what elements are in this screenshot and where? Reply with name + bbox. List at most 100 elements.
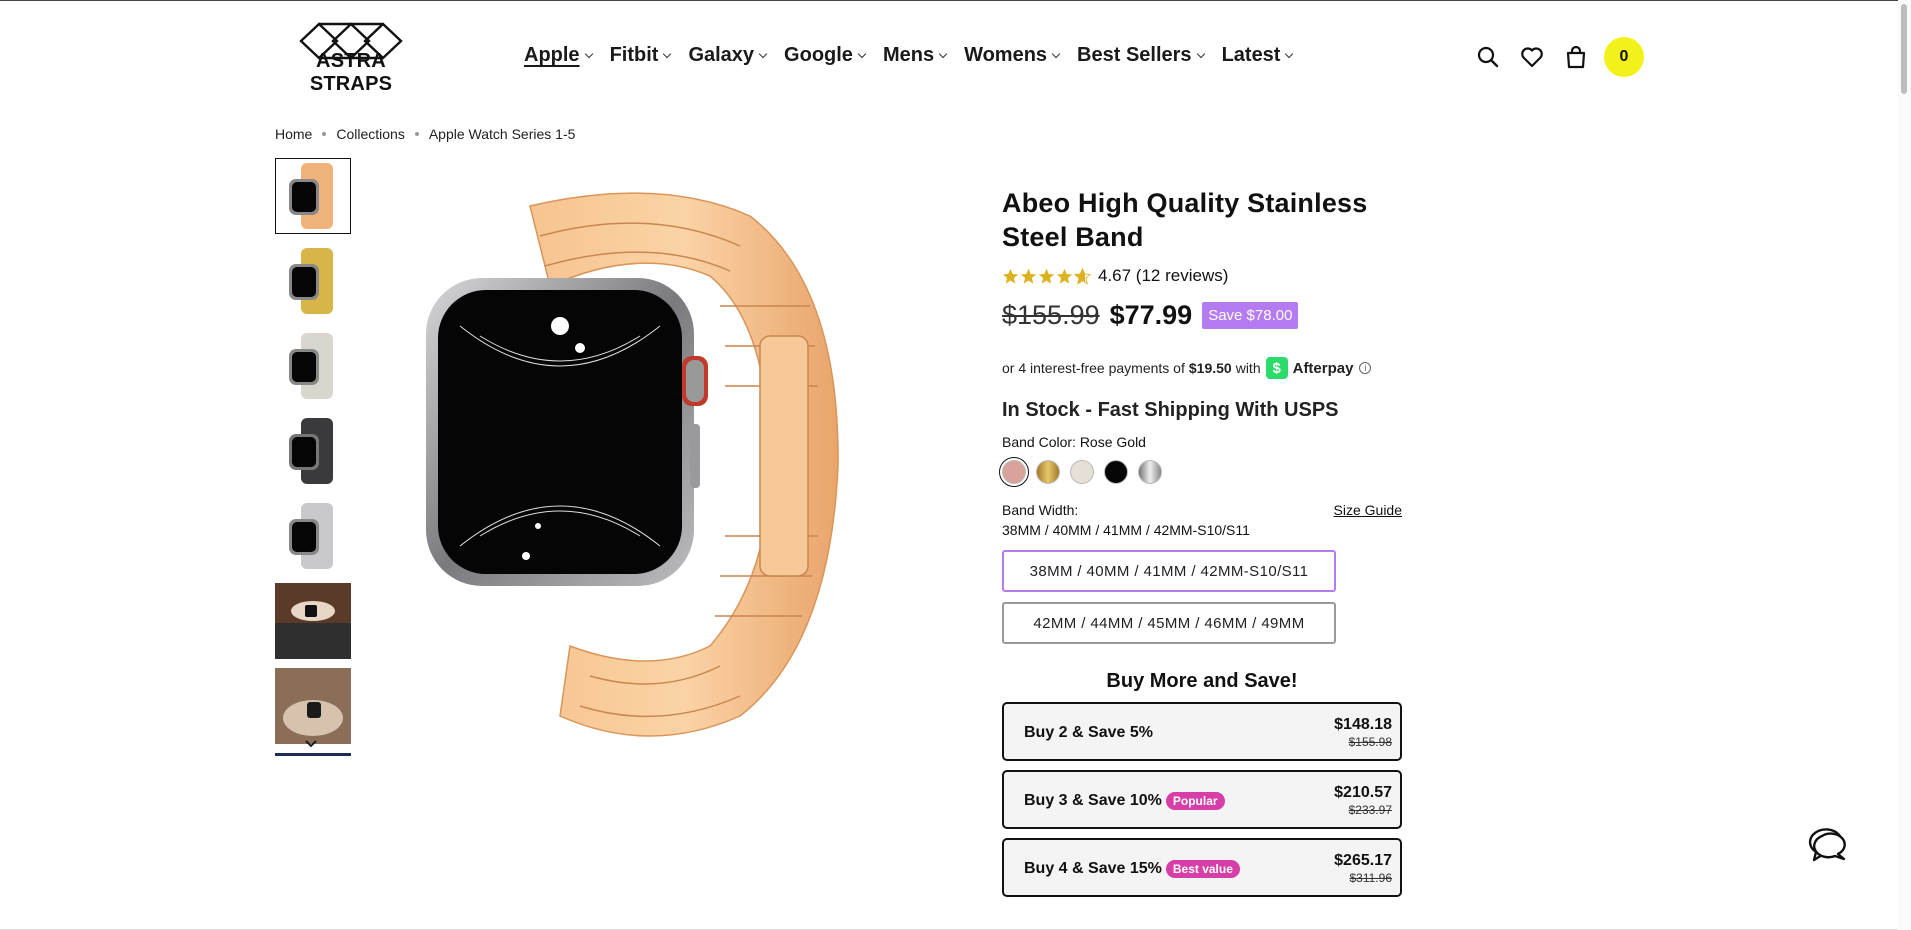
watch-thumbnail-image <box>289 418 333 484</box>
thumbnail-lifestyle-2[interactable] <box>275 668 351 744</box>
band-color-label: Band Color: Rose Gold <box>1002 434 1146 450</box>
thumbnail-partial[interactable] <box>275 753 351 756</box>
nav-label: Best Sellers <box>1077 44 1192 66</box>
bundle-label-text: Buy 4 & Save 15% <box>1024 860 1162 877</box>
band-width-section: Band Width: 38MM / 40MM / 41MM / 42MM-S1… <box>1002 500 1402 540</box>
lifestyle-photo-image <box>275 668 351 744</box>
popular-tag: Popular <box>1165 792 1225 810</box>
rating-text: 4.67 (12 reviews) <box>1098 266 1229 285</box>
sale-price: $77.99 <box>1109 300 1193 330</box>
thumbnail-silver[interactable] <box>275 498 351 574</box>
nav-item-womens[interactable]: Womens <box>964 44 1061 67</box>
star-icon <box>1020 268 1037 284</box>
swatch-black[interactable] <box>1104 460 1128 484</box>
nav-item-fitbit[interactable]: Fitbit <box>609 44 672 67</box>
chevron-down-icon <box>663 49 672 58</box>
bundle-option-2[interactable]: Buy 2 & Save 5% $148.18 $155.98 <box>1002 702 1402 761</box>
window-top-border <box>0 0 1911 1</box>
breadcrumb-current[interactable]: Apple Watch Series 1-5 <box>429 126 576 142</box>
nav-label: Mens <box>882 44 935 66</box>
swatch-gold[interactable] <box>1036 460 1060 484</box>
watch-thumbnail-image <box>289 333 333 399</box>
bag-icon[interactable] <box>1564 45 1588 69</box>
main-product-image[interactable] <box>420 176 900 742</box>
stock-status: In Stock - Fast Shipping With USPS <box>1002 399 1339 421</box>
star-icon <box>1038 268 1055 284</box>
color-swatches <box>999 457 1402 487</box>
breadcrumb-separator <box>322 132 327 136</box>
bundle-label: Buy 3 & Save 10% Popular <box>1024 792 1225 810</box>
swatch-silver[interactable] <box>1138 460 1162 484</box>
bundle-label: Buy 2 & Save 5% <box>1024 724 1153 742</box>
heart-icon[interactable] <box>1520 45 1544 69</box>
swatch-rose-gold[interactable] <box>999 457 1029 487</box>
afterpay-brand: Afterpay <box>1292 359 1354 377</box>
bundle-compare-price: $311.96 <box>1349 871 1393 885</box>
nav-label: Fitbit <box>609 44 659 66</box>
chevron-down-icon <box>938 49 948 58</box>
cart-count-badge[interactable]: 0 <box>1604 37 1644 77</box>
star-rating <box>1002 267 1092 285</box>
watch-thumbnail-image <box>289 248 333 314</box>
page-scrollbar[interactable] <box>1898 0 1911 930</box>
lifestyle-photo-image <box>275 583 351 659</box>
nav-label: Womens <box>964 44 1048 66</box>
product-info: Abeo High Quality Stainless Steel Band 4… <box>999 186 1402 897</box>
chevron-down-icon <box>1196 49 1205 58</box>
product-rating[interactable]: 4.67 (12 reviews) <box>1002 266 1402 286</box>
nav-label: Galaxy <box>688 44 755 66</box>
main-nav: Apple Fitbit Galaxy Google Mens Womens B… <box>524 44 1310 67</box>
chevron-down-icon <box>857 49 867 58</box>
afterpay-with: with <box>1235 360 1261 376</box>
band-width-option-large[interactable]: 42MM / 44MM / 45MM / 46MM / 49MM <box>1002 602 1336 644</box>
scrollbar-thumb[interactable] <box>1901 4 1907 94</box>
nav-label: Google <box>784 44 853 66</box>
nav-item-mens[interactable]: Mens <box>882 44 948 67</box>
thumbnail-rose-gold[interactable] <box>275 158 351 234</box>
bundle-label-text: Buy 3 & Save 10% <box>1024 792 1162 809</box>
watch-thumbnail-image <box>289 163 333 229</box>
breadcrumb: Home Collections Apple Watch Series 1-5 <box>275 126 575 142</box>
logo-text: ASTRA STRAPS <box>309 50 393 95</box>
best-value-tag: Best value <box>1165 860 1240 878</box>
info-icon[interactable]: i <box>1359 362 1372 374</box>
breadcrumb-collections[interactable]: Collections <box>336 126 404 142</box>
swatch-starlight[interactable] <box>1070 460 1094 484</box>
nav-item-apple[interactable]: Apple <box>524 44 593 67</box>
band-width-option-small[interactable]: 38MM / 40MM / 41MM / 42MM-S10/S11 <box>1002 550 1336 592</box>
size-guide-link[interactable]: Size Guide <box>1334 500 1402 520</box>
bundle-price: $210.57 <box>1334 784 1392 801</box>
header-actions: 0 <box>1476 37 1644 77</box>
band-width-selected: 38MM / 40MM / 41MM / 42MM-S10/S11 <box>1002 522 1250 538</box>
search-icon[interactable] <box>1476 45 1500 69</box>
bundle-compare-price: $155.98 <box>1348 735 1392 749</box>
thumbnail-lifestyle-1[interactable] <box>275 583 351 659</box>
thumbnail-gold[interactable] <box>275 243 351 319</box>
breadcrumb-separator <box>414 132 419 136</box>
bundle-prices: $210.57 $233.97 <box>1334 784 1392 818</box>
star-icon <box>1002 268 1019 284</box>
bundle-option-4[interactable]: Buy 4 & Save 15% Best value $265.17 $311.… <box>1002 838 1402 897</box>
bundle-prices: $265.17 $311.96 <box>1334 852 1392 886</box>
bundle-prices: $148.18 $155.98 <box>1334 716 1392 750</box>
afterpay-prefix: or 4 interest-free payments of <box>1002 360 1185 376</box>
chat-icon[interactable] <box>1804 822 1850 866</box>
breadcrumb-home[interactable]: Home <box>275 126 312 142</box>
chevron-down-icon <box>758 49 768 58</box>
nav-item-best-sellers[interactable]: Best Sellers <box>1077 44 1205 67</box>
thumbnail-black[interactable] <box>275 413 351 489</box>
chevron-down-icon <box>1051 49 1061 58</box>
nav-label: Latest <box>1221 44 1281 66</box>
afterpay-amount: $19.50 <box>1188 360 1232 376</box>
nav-label: Apple <box>524 44 580 66</box>
thumbnails-scroll-down-icon[interactable] <box>303 736 319 752</box>
afterpay-logo-icon: $ <box>1265 357 1288 379</box>
site-logo[interactable]: ASTRA STRAPS <box>275 18 427 96</box>
thumbnail-starlight[interactable] <box>275 328 351 404</box>
bundle-option-3[interactable]: Buy 3 & Save 10% Popular $210.57 $233.97 <box>1002 770 1402 829</box>
save-badge: Save $78.00 <box>1202 302 1299 329</box>
nav-item-google[interactable]: Google <box>784 44 867 67</box>
nav-item-galaxy[interactable]: Galaxy <box>688 44 768 67</box>
price-row: $155.99 $77.99 Save $78.00 <box>1002 300 1402 331</box>
nav-item-latest[interactable]: Latest <box>1221 44 1294 67</box>
